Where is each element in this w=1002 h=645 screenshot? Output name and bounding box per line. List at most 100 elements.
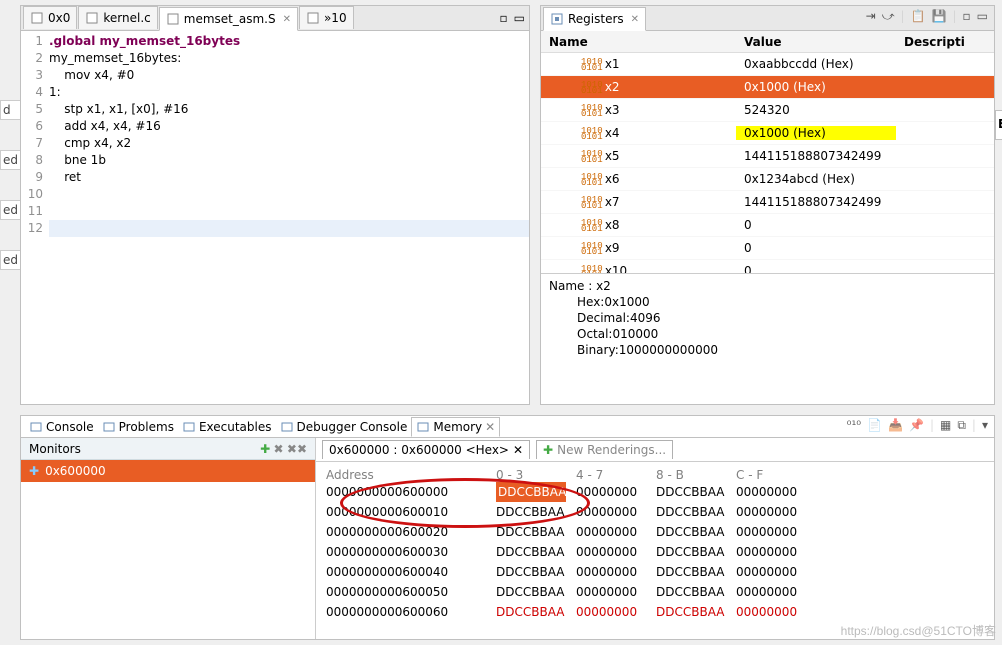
memory-cell[interactable]: DDCCBBAA bbox=[656, 602, 726, 622]
code-lines[interactable]: .global my_memset_16bytesmy_memset_16byt… bbox=[49, 31, 529, 404]
close-icon[interactable]: ✕ bbox=[283, 14, 291, 25]
memory-row[interactable]: 0000000000600060DDCCBBAA00000000DDCCBBAA… bbox=[326, 602, 984, 622]
memory-address: 0000000000600010 bbox=[326, 502, 486, 522]
memory-cell[interactable]: DDCCBBAA bbox=[496, 602, 566, 622]
memory-cell[interactable]: 00000000 bbox=[576, 542, 646, 562]
register-row-x5[interactable]: 10100101 x5144115188807342499 bbox=[541, 145, 994, 168]
memory-cell[interactable]: DDCCBBAA bbox=[656, 522, 726, 542]
memory-cell[interactable]: DDCCBBAA bbox=[496, 482, 566, 502]
layout2-icon[interactable]: ⧉ bbox=[957, 418, 966, 433]
view-tab-problems[interactable]: Problems bbox=[98, 417, 178, 437]
add-monitor-icon[interactable]: ✚ bbox=[260, 442, 270, 456]
view-tab-debugger-console[interactable]: Debugger Console bbox=[276, 417, 412, 437]
register-row-x7[interactable]: 10100101 x7144115188807342499 bbox=[541, 191, 994, 214]
memory-cell[interactable]: 00000000 bbox=[576, 482, 646, 502]
memory-address: 0000000000600050 bbox=[326, 582, 486, 602]
memory-cell[interactable]: DDCCBBAA bbox=[656, 582, 726, 602]
tab-label: memset_asm.S bbox=[184, 12, 276, 26]
editor-tab-bar: 0x0kernel.c memset_asm.S ✕ »10 ▫ ▭ bbox=[21, 6, 529, 31]
memory-cell[interactable]: 00000000 bbox=[736, 542, 806, 562]
layout1-icon[interactable]: ▦ bbox=[940, 418, 951, 433]
code-line-8: cmp x4, x2 bbox=[49, 135, 529, 152]
bottom-pane: ConsoleProblems Executables Debugger Conso… bbox=[20, 415, 995, 640]
register-row-x6[interactable]: 10100101 x60x1234abcd (Hex) bbox=[541, 168, 994, 191]
memory-cell[interactable]: 00000000 bbox=[736, 522, 806, 542]
tab-hex-rendering[interactable]: 0x600000 : 0x600000 <Hex> ✕ bbox=[322, 440, 530, 459]
bottom-tabs-bar: ConsoleProblems Executables Debugger Conso… bbox=[21, 416, 994, 438]
memory-cell[interactable]: 00000000 bbox=[576, 502, 646, 522]
memory-cell[interactable]: 00000000 bbox=[736, 502, 806, 522]
remove-monitor-icon[interactable]: ✖ bbox=[273, 442, 283, 456]
maximize-icon[interactable]: ▭ bbox=[977, 9, 988, 24]
detail-name: Name : x2 bbox=[549, 278, 986, 294]
col-name[interactable]: Name bbox=[541, 35, 736, 49]
memory-cell[interactable]: DDCCBBAA bbox=[496, 582, 566, 602]
new-rendering-icon[interactable]: 📄 bbox=[867, 418, 882, 433]
tab-registers[interactable]: Registers ✕ bbox=[543, 7, 646, 31]
memory-cell[interactable]: DDCCBBAA bbox=[496, 542, 566, 562]
tab-kernel-c[interactable]: kernel.c bbox=[78, 6, 157, 29]
registers-rows[interactable]: 10100101 x10xaabbccdd (Hex)10100101 x20x… bbox=[541, 53, 994, 273]
minimize-icon[interactable]: ▫ bbox=[963, 9, 971, 24]
save-icon[interactable]: 💾 bbox=[932, 9, 947, 24]
memory-row[interactable]: 0000000000600040DDCCBBAA00000000DDCCBBAA… bbox=[326, 562, 984, 582]
memory-cell[interactable]: 00000000 bbox=[736, 582, 806, 602]
memory-cell[interactable]: DDCCBBAA bbox=[656, 482, 726, 502]
tab-memset_asm-s[interactable]: memset_asm.S ✕ bbox=[159, 7, 298, 31]
register-value: 0x1000 (Hex) bbox=[736, 126, 896, 140]
bits-icon[interactable]: ⁰¹⁰ bbox=[847, 418, 861, 433]
minimize-icon[interactable]: ▫ bbox=[500, 11, 508, 25]
memory-cell[interactable]: 00000000 bbox=[576, 582, 646, 602]
col-description[interactable]: Descripti bbox=[896, 35, 973, 49]
memory-row[interactable]: 0000000000600030DDCCBBAA00000000DDCCBBAA… bbox=[326, 542, 984, 562]
memory-row[interactable]: 0000000000600000DDCCBBAA00000000DDCCBBAA… bbox=[326, 482, 984, 502]
close-icon[interactable]: ✕ bbox=[631, 14, 639, 25]
view-tab-console[interactable]: Console bbox=[25, 417, 98, 437]
tab-new-rendering[interactable]: ✚ New Renderings... bbox=[536, 440, 673, 459]
register-row-x9[interactable]: 10100101 x90 bbox=[541, 237, 994, 260]
memory-table[interactable]: Address 0 - 3 4 - 7 8 - B C - F 00000000… bbox=[316, 462, 994, 628]
memory-cell[interactable]: 00000000 bbox=[736, 482, 806, 502]
memory-cell[interactable]: DDCCBBAA bbox=[496, 522, 566, 542]
right-clipped-pane: E bbox=[995, 110, 1002, 140]
memory-cell[interactable]: 00000000 bbox=[576, 562, 646, 582]
memory-cell[interactable]: DDCCBBAA bbox=[656, 562, 726, 582]
memory-cell[interactable]: 00000000 bbox=[736, 602, 806, 622]
memory-row[interactable]: 0000000000600050 DDCCBBAA 00000000 DDCCBBAA… bbox=[326, 582, 984, 602]
register-row-x3[interactable]: 10100101 x3524320 bbox=[541, 99, 994, 122]
tab-0x0[interactable]: 0x0 bbox=[23, 6, 77, 29]
register-row-x4[interactable]: 10100101 x40x1000 (Hex) bbox=[541, 122, 994, 145]
step-into-icon[interactable]: ⇥ bbox=[866, 9, 876, 24]
tab-label: Executables bbox=[199, 420, 272, 434]
memory-cell[interactable]: 00000000 bbox=[736, 562, 806, 582]
memory-cell[interactable]: DDCCBBAA bbox=[496, 502, 566, 522]
close-icon[interactable]: ✕ bbox=[513, 443, 523, 457]
view-tab-executables[interactable]: Executables bbox=[178, 417, 276, 437]
memory-cell[interactable]: 00000000 bbox=[576, 522, 646, 542]
memory-cell[interactable]: 00000000 bbox=[576, 602, 646, 622]
memory-row[interactable]: 0000000000600010 DDCCBBAA 00000000 DDCCBBAA… bbox=[326, 502, 984, 522]
memory-row[interactable]: 0000000000600020DDCCBBAA00000000DDCCBBAA… bbox=[326, 522, 984, 542]
close-icon[interactable]: ✕ bbox=[485, 420, 495, 434]
pin-icon[interactable]: 📌 bbox=[909, 418, 924, 433]
register-row-x8[interactable]: 10100101 x80 bbox=[541, 214, 994, 237]
memory-cell[interactable]: DDCCBBAA bbox=[656, 542, 726, 562]
register-row-x1[interactable]: 10100101 x10xaabbccdd (Hex) bbox=[541, 53, 994, 76]
tab--10[interactable]: »10 bbox=[299, 6, 354, 29]
remove-all-icon[interactable]: ✖✖ bbox=[287, 442, 307, 456]
maximize-icon[interactable]: ▭ bbox=[514, 11, 525, 25]
register-row-x10[interactable]: 10100101 x100 bbox=[541, 260, 994, 273]
memory-cell[interactable]: DDCCBBAA bbox=[656, 502, 726, 522]
new-renderings-label: New Renderings... bbox=[557, 443, 666, 457]
copy-icon[interactable]: 📋 bbox=[911, 9, 926, 24]
registers-icon bbox=[550, 12, 564, 26]
col-value[interactable]: Value bbox=[736, 35, 896, 49]
link-icon[interactable]: ▾ bbox=[982, 418, 988, 433]
memory-cell[interactable]: DDCCBBAA bbox=[496, 562, 566, 582]
step-over-icon[interactable]: ⤻ bbox=[882, 9, 895, 24]
import-icon[interactable]: 📥 bbox=[888, 418, 903, 433]
view-tab-memory[interactable]: Memory ✕ bbox=[411, 417, 500, 437]
register-row-x2[interactable]: 10100101 x20x1000 (Hex) bbox=[541, 76, 994, 99]
watermark: https://blog.csd@51CTO博客 bbox=[841, 622, 996, 639]
monitor-item[interactable]: ✚ 0x600000 bbox=[21, 460, 315, 482]
